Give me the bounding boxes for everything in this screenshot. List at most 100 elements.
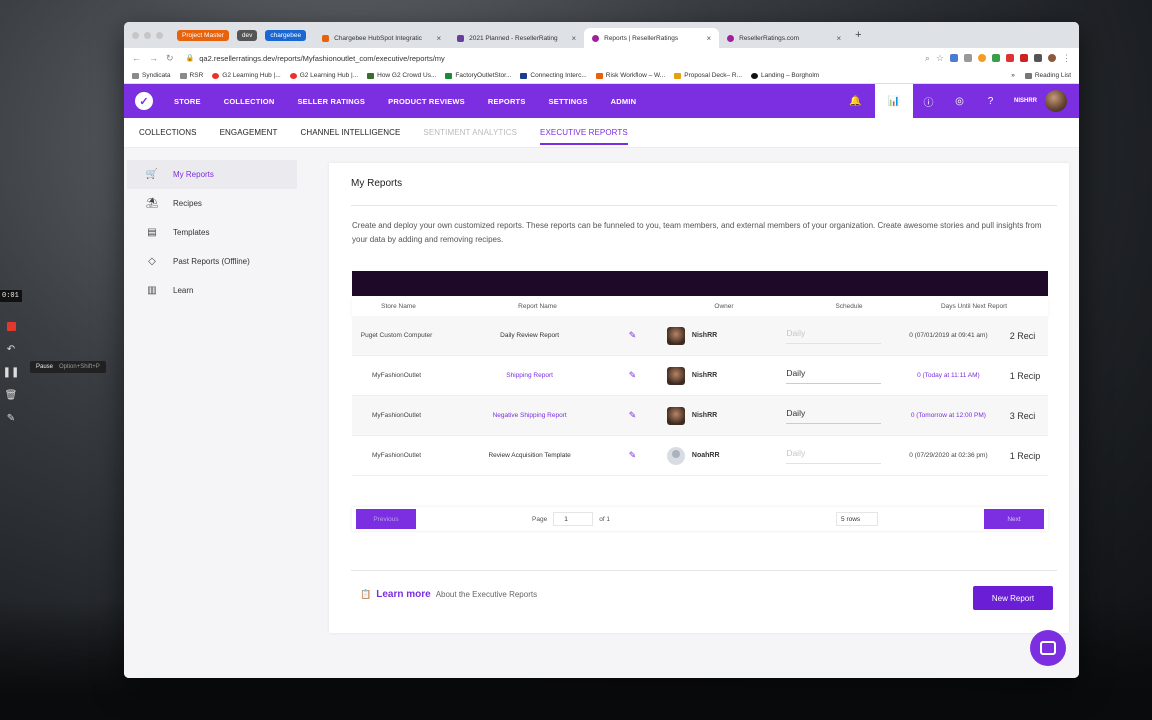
- nav-reports[interactable]: REPORTS: [488, 97, 526, 106]
- bell-icon[interactable]: 🔔: [840, 84, 871, 118]
- pause-button[interactable]: ❚❚: [0, 361, 22, 383]
- page-number-input[interactable]: 1: [553, 512, 594, 526]
- report-name-link[interactable]: Shipping Report: [441, 372, 618, 379]
- minimize-window-button[interactable]: [144, 31, 151, 39]
- tab-collections[interactable]: COLLECTIONS: [139, 118, 197, 148]
- close-tab-icon[interactable]: ×: [571, 34, 576, 43]
- profile-avatar[interactable]: [1048, 54, 1056, 62]
- schedule-select[interactable]: Daily: [786, 328, 882, 344]
- nav-seller-ratings[interactable]: SELLER RATINGS: [297, 97, 365, 106]
- tab-group-dev[interactable]: dev: [236, 29, 258, 41]
- learn-more-link[interactable]: Learn more: [376, 589, 430, 600]
- nav-collection[interactable]: COLLECTION: [224, 97, 275, 106]
- column-header[interactable]: Days Until Next Report: [910, 303, 1038, 310]
- tab-executive-reports[interactable]: EXECUTIVE REPORTS: [540, 118, 628, 148]
- column-header[interactable]: Owner: [660, 303, 788, 310]
- sidebar-item-recipes[interactable]: ⛱ Recipes: [127, 189, 297, 218]
- maximize-window-button[interactable]: [156, 31, 163, 39]
- close-tab-icon[interactable]: ×: [836, 34, 841, 43]
- nav-settings[interactable]: SETTINGS: [549, 97, 588, 106]
- extension-icon[interactable]: [964, 54, 972, 62]
- app-top-nav: ✓ STORE COLLECTION SELLER RATINGS PRODUC…: [124, 84, 1079, 118]
- bookmark-item[interactable]: RSR: [179, 72, 203, 79]
- sidebar-item-my-reports[interactable]: 🛒 My Reports: [127, 160, 297, 189]
- forward-icon[interactable]: →: [149, 53, 158, 63]
- rows-per-page-select[interactable]: 5 rows: [836, 512, 879, 526]
- browser-tab-active[interactable]: Reports | ResellerRatings ×: [584, 28, 720, 48]
- tab-engagement[interactable]: ENGAGEMENT: [220, 118, 278, 148]
- bookmark-item[interactable]: Syndicata: [132, 72, 171, 79]
- schedule-select[interactable]: Daily: [786, 368, 882, 384]
- browser-tab[interactable]: Chargebee HubSpot Integratic ×: [314, 28, 449, 48]
- app-logo-checkmark-icon[interactable]: ✓: [135, 92, 153, 110]
- chart-icon[interactable]: 📊: [874, 84, 913, 118]
- menu-icon[interactable]: ⋮: [1062, 53, 1071, 64]
- schedule-select[interactable]: Daily: [786, 408, 882, 424]
- sidebar-item-past-reports[interactable]: ◇ Past Reports (Offline): [127, 247, 297, 276]
- pencil-icon[interactable]: ✎: [618, 370, 647, 381]
- table-row[interactable]: Puget Custom Computer Daily Review Repor…: [352, 316, 1048, 356]
- bookmark-item[interactable]: G2 Learning Hub |...: [212, 72, 281, 79]
- column-header[interactable]: Report Name: [445, 303, 630, 310]
- nav-product-reviews[interactable]: PRODUCT REVIEWS: [388, 97, 465, 106]
- schedule-select[interactable]: Daily: [786, 448, 882, 464]
- pencil-icon[interactable]: ✎: [618, 330, 647, 341]
- new-report-button[interactable]: New Report: [973, 586, 1053, 610]
- browser-tab[interactable]: ResellerRatings.com ×: [719, 28, 849, 48]
- back-icon[interactable]: ←: [132, 53, 141, 63]
- pencil-icon[interactable]: ✎: [618, 450, 647, 461]
- undo-button[interactable]: ↶: [0, 338, 22, 360]
- next-page-button[interactable]: Next: [984, 509, 1044, 529]
- bookmark-star-icon[interactable]: ☆: [936, 53, 944, 64]
- close-tab-icon[interactable]: ×: [436, 34, 441, 43]
- user-name[interactable]: NISHRR: [1014, 98, 1037, 104]
- owner-name[interactable]: NishRR: [692, 412, 717, 419]
- reload-icon[interactable]: ↻: [166, 53, 174, 64]
- bookmark-item[interactable]: How G2 Crowd Us...: [367, 72, 436, 79]
- tab-group-project-master[interactable]: Project Master: [177, 29, 229, 41]
- column-header[interactable]: Schedule: [788, 303, 910, 310]
- sidebar-item-learn[interactable]: ▥ Learn: [127, 276, 297, 305]
- delete-recording-button[interactable]: 🗑: [0, 384, 22, 406]
- table-row[interactable]: MyFashionOutlet Shipping Report ✎ NishRR…: [352, 356, 1048, 396]
- close-window-button[interactable]: [132, 31, 139, 39]
- close-tab-icon[interactable]: ×: [706, 34, 711, 43]
- url-input[interactable]: 🔒 qa2.resellerratings.dev/reports/Myfash…: [182, 51, 917, 66]
- help-icon[interactable]: ?: [975, 84, 1006, 118]
- nav-store[interactable]: STORE: [174, 97, 201, 106]
- bookmark-item[interactable]: Risk Workflow – W...: [595, 72, 665, 79]
- previous-page-button[interactable]: Previous: [356, 509, 416, 529]
- extension-icon[interactable]: [992, 54, 1000, 62]
- browser-tab[interactable]: 2021 Planned - ResellerRating ×: [449, 28, 584, 48]
- nav-admin[interactable]: ADMIN: [611, 97, 637, 106]
- tab-channel-intelligence[interactable]: CHANNEL INTELLIGENCE: [300, 118, 400, 148]
- bookmark-item[interactable]: Landing – Borgholm: [751, 72, 819, 79]
- bookmark-item[interactable]: Connecting Interc...: [520, 72, 587, 79]
- chat-widget-button[interactable]: [1030, 630, 1066, 666]
- pencil-icon[interactable]: ✎: [618, 410, 647, 421]
- extension-icon[interactable]: [1020, 54, 1028, 62]
- report-name-link[interactable]: Negative Shipping Report: [441, 412, 618, 419]
- bookmark-item[interactable]: FactoryOutletStor...: [445, 72, 511, 79]
- extension-icon[interactable]: [1006, 54, 1014, 62]
- compass-icon[interactable]: ◎: [944, 84, 975, 118]
- extension-icon[interactable]: [950, 54, 958, 62]
- new-tab-icon[interactable]: +: [855, 29, 861, 41]
- amazon-extension-icon[interactable]: [978, 54, 986, 62]
- column-header[interactable]: Store Name: [352, 303, 445, 310]
- draw-button[interactable]: ✎: [0, 407, 22, 429]
- puzzle-icon[interactable]: [1034, 54, 1042, 62]
- bookmark-item[interactable]: G2 Learning Hub |...: [289, 72, 358, 79]
- tab-group-chargebee[interactable]: chargebee: [265, 29, 307, 41]
- stop-recording-button[interactable]: [0, 315, 22, 337]
- sidebar-item-templates[interactable]: ▤ Templates: [127, 218, 297, 247]
- table-row[interactable]: MyFashionOutlet Negative Shipping Report…: [352, 396, 1048, 436]
- more-bookmarks-icon[interactable]: »: [1011, 72, 1015, 79]
- alert-icon[interactable]: ⓘ: [913, 84, 944, 118]
- table-row[interactable]: MyFashionOutlet Review Acquisition Templ…: [352, 436, 1048, 476]
- owner-name[interactable]: NishRR: [692, 372, 717, 379]
- reading-list-button[interactable]: Reading List: [1024, 72, 1071, 79]
- user-avatar[interactable]: [1045, 90, 1067, 112]
- bookmark-item[interactable]: Proposal Deck– R...: [674, 72, 742, 79]
- zoom-icon[interactable]: ⌕: [925, 53, 930, 64]
